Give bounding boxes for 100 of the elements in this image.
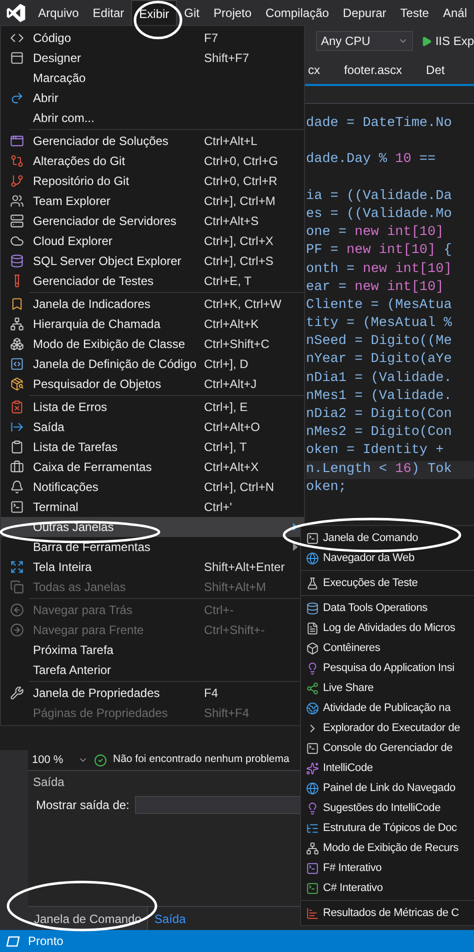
menu-item[interactable]: Live Share	[301, 678, 474, 698]
menu-item[interactable]: Log de Atividades do Micros	[301, 618, 474, 638]
menu-item[interactable]: SQL Server Object Explorer Ctrl+], Ctrl+S	[1, 251, 304, 271]
menu-item[interactable]: Pesquisa do Application Insi	[301, 658, 474, 678]
list-tree-icon	[306, 822, 318, 834]
terminal-icon	[306, 742, 318, 754]
menu-item[interactable]: Próxima Tarefa	[1, 640, 304, 660]
menu-bar-item[interactable]: Editar	[86, 0, 132, 26]
menu-item[interactable]: Lista de Erros Ctrl+], E	[1, 397, 304, 417]
menu-item[interactable]: Console do Gerenciador de	[301, 738, 474, 758]
menu-item[interactable]: F# Interativo	[301, 858, 474, 878]
menu-item[interactable]: Código F7	[1, 28, 304, 48]
menu-item[interactable]: Modo de Exibição de Recurs	[301, 838, 474, 858]
window-icon	[10, 134, 24, 148]
windows-icon	[10, 580, 24, 594]
menu-item[interactable]: Gerenciador de Testes Ctrl+E, T	[1, 271, 304, 291]
logo-icon	[6, 3, 26, 23]
menu-bar-item[interactable]: Anál	[436, 0, 474, 26]
bookmark-icon	[10, 297, 24, 311]
run-button[interactable]: IIS Exp	[421, 32, 474, 50]
git-compare-icon	[10, 154, 24, 168]
menu-item[interactable]: Estrutura de Tópicos de Doc	[301, 818, 474, 838]
code-line: oken;	[306, 478, 348, 497]
menu-item[interactable]: Data Tools Operations	[301, 598, 474, 618]
platform-dropdown[interactable]: Any CPU	[316, 31, 414, 51]
menu-bar-item[interactable]: Teste	[393, 0, 436, 26]
code-window-icon	[10, 357, 24, 371]
menu-item[interactable]: Marcação	[1, 68, 304, 88]
menu-item[interactable]: Saída Ctrl+Alt+O	[1, 417, 304, 437]
code-line: es = ((Validade.Mo	[306, 206, 453, 224]
flask-icon	[306, 576, 318, 590]
code-line: nSeed = Digito((Me	[306, 333, 453, 352]
status-message: Não foi encontrado nenhum problema	[113, 752, 290, 768]
check-circle-icon	[94, 754, 107, 766]
field-label: Mostrar saída de:	[36, 797, 130, 814]
menu-bar-item[interactable]: Arquivo	[31, 0, 86, 26]
panel-title: Saída	[33, 774, 64, 791]
menu-item[interactable]: Janela de Comando	[301, 528, 474, 548]
menu-item[interactable]: Pesquisador de Objetos Ctrl+Alt+J	[1, 374, 304, 394]
terminal-icon	[10, 500, 24, 514]
menu-item[interactable]: Hierarquia de Chamada Ctrl+Alt+K	[1, 314, 304, 334]
globe-icon	[306, 552, 318, 564]
menu-item[interactable]: Tela Inteira Shift+Alt+Enter	[1, 557, 304, 577]
code-line: ear = new int[10]	[306, 278, 445, 297]
menu-item[interactable]: Janela de Definição de Código Ctrl+], D	[1, 354, 304, 374]
menu-item[interactable]: Janela de Propriedades F4	[1, 683, 304, 703]
boxes-icon	[10, 337, 24, 351]
menu-item[interactable]: Alterações do Git Ctrl+0, Ctrl+G	[1, 151, 304, 171]
menu-item[interactable]: Team Explorer Ctrl+], Ctrl+M	[1, 191, 304, 211]
window-icon	[6, 936, 20, 946]
code-line: nMes1 = (Validade.	[306, 388, 453, 406]
menu-item[interactable]: C# Interativo	[301, 878, 474, 898]
menu-item[interactable]: Contêineres	[301, 638, 474, 658]
menu-item[interactable]: Abrir	[1, 88, 304, 108]
menu-item[interactable]: Gerenciador de Soluções Ctrl+Alt+L	[1, 131, 304, 151]
cloud-icon	[10, 234, 24, 248]
panel-tab[interactable]: Janela de Comando	[28, 907, 148, 930]
globe-icon	[306, 782, 318, 794]
menu-item[interactable]: Atividade de Publicação na	[301, 698, 474, 718]
server-icon	[10, 214, 24, 228]
file-tab[interactable]: footer.ascx	[334, 56, 412, 84]
bell-icon	[10, 480, 24, 494]
hierarchy-icon	[10, 317, 24, 331]
menu-item[interactable]: Execuções de Teste	[301, 573, 474, 593]
code-line: nDia2 = Digito(Con	[306, 406, 453, 424]
code-line: nMes2 = Digito(Con	[306, 424, 453, 442]
expand-icon	[10, 560, 24, 574]
menu-item[interactable]: Cloud Explorer Ctrl+], Ctrl+X	[1, 231, 304, 251]
menu-item[interactable]: Notificações Ctrl+], Ctrl+N	[1, 477, 304, 497]
menu-item[interactable]: Repositório do Git Ctrl+0, Ctrl+R	[1, 171, 304, 191]
menu-bar-item[interactable]: Depurar	[336, 0, 394, 26]
code-line: tity = (MesAtual %	[306, 315, 453, 334]
menu-item[interactable]: Caixa de Ferramentas Ctrl+Alt+X	[1, 457, 304, 477]
document-icon	[306, 622, 318, 634]
menu-item[interactable]: Lista de Tarefas Ctrl+], T	[1, 437, 304, 457]
zoom-dropdown[interactable]: 100 %	[32, 752, 88, 768]
menu-item[interactable]: Designer Shift+F7	[1, 48, 304, 68]
menu-item[interactable]: Abrir com...	[1, 108, 304, 128]
toolbox-icon	[10, 460, 24, 474]
menu-item[interactable]: Navegador da Web	[301, 548, 474, 568]
menu-item[interactable]: Janela de Indicadores Ctrl+K, Ctrl+W	[1, 294, 304, 314]
menu-item[interactable]: Gerenciador de Servidores Ctrl+Alt+S	[1, 211, 304, 231]
file-tab[interactable]: Det	[416, 56, 455, 84]
terminal-icon	[306, 862, 318, 874]
code-line: oken = Identity +	[306, 442, 445, 460]
menu-bar-item[interactable]: Compilação	[258, 0, 336, 26]
menu-bar-item[interactable]: Git	[177, 0, 207, 26]
menu-item[interactable]: IntelliCode	[301, 758, 474, 778]
menu-item[interactable]: Sugestões do IntelliCode	[301, 798, 474, 818]
submenu-arrow-icon	[293, 543, 298, 551]
menu-item[interactable]: Modo de Exibição de Classe Ctrl+Shift+C	[1, 334, 304, 354]
wrench-icon	[10, 686, 24, 700]
menu-item[interactable]: Tarefa Anterior	[1, 660, 304, 680]
menu-item[interactable]: Explorador do Executador de	[301, 718, 474, 738]
menu-item[interactable]: Resultados de Métricas de C	[301, 903, 474, 923]
menu-bar-item[interactable]: Projeto	[206, 0, 259, 26]
menu-item[interactable]: Barra de Ferramentas	[1, 537, 304, 557]
menu-item[interactable]: Painel de Link do Navegado	[301, 778, 474, 798]
code-line: ia = ((Validade.Da	[306, 188, 453, 206]
menu-item[interactable]: Terminal Ctrl+'	[1, 497, 304, 517]
